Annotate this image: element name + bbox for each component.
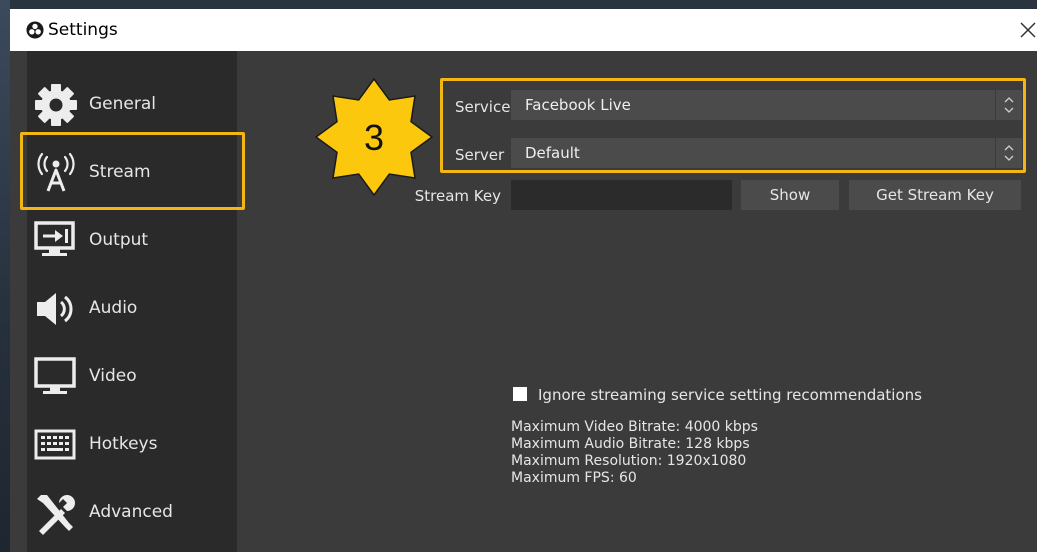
sidebar-item-label: Hotkeys	[89, 434, 158, 454]
sidebar-item-advanced[interactable]: Advanced	[27, 483, 237, 543]
step-badge-star: 3	[314, 77, 434, 197]
window-title: Settings	[48, 20, 118, 40]
info-resolution: Maximum Resolution: 1920x1080	[511, 453, 747, 469]
tools-icon	[37, 495, 75, 535]
sidebar-item-label: Audio	[89, 298, 138, 318]
info-video-bitrate: Maximum Video Bitrate: 4000 kbps	[511, 419, 758, 435]
service-select[interactable]: Facebook Live	[511, 90, 1022, 120]
up-down-arrows-icon	[995, 90, 1014, 120]
sidebar-item-output[interactable]: Output	[27, 211, 237, 271]
sidebar-item-label: General	[89, 94, 156, 114]
show-key-button[interactable]: Show	[741, 180, 839, 210]
stream-key-input[interactable]	[511, 180, 732, 210]
service-value: Facebook Live	[525, 96, 631, 114]
sidebar-item-label: Advanced	[89, 502, 173, 522]
gear-icon	[35, 84, 77, 126]
desktop-background	[0, 0, 10, 552]
sidebar-item-label: Stream	[89, 162, 151, 182]
monitor-icon	[34, 357, 76, 394]
info-fps: Maximum FPS: 60	[511, 470, 637, 486]
get-stream-key-button[interactable]: Get Stream Key	[849, 180, 1021, 210]
server-value: Default	[525, 144, 580, 162]
ignore-recommendations-checkbox[interactable]	[513, 387, 527, 401]
up-down-arrows-icon	[995, 138, 1014, 168]
sidebar-item-audio[interactable]: Audio	[27, 279, 237, 339]
output-monitor-icon	[34, 221, 75, 256]
ignore-recommendations-label: Ignore streaming service setting recomme…	[538, 386, 922, 404]
keyboard-icon	[34, 429, 76, 460]
title-bar: Settings	[10, 9, 1037, 51]
settings-window: General Stream Output Audio Video Hotkey…	[10, 51, 1037, 552]
sidebar-item-hotkeys[interactable]: Hotkeys	[27, 415, 237, 475]
settings-sidebar: General Stream Output Audio Video Hotkey…	[20, 51, 245, 552]
server-select[interactable]: Default	[511, 138, 1022, 168]
speaker-icon	[37, 293, 73, 325]
close-icon[interactable]	[1011, 17, 1037, 43]
sidebar-item-general[interactable]: General	[27, 75, 237, 135]
sidebar-item-stream[interactable]: Stream	[27, 143, 237, 203]
sidebar-item-label: Video	[89, 366, 137, 386]
info-audio-bitrate: Maximum Audio Bitrate: 128 kbps	[511, 436, 750, 452]
sidebar-item-label: Output	[89, 230, 149, 250]
service-label: Service	[455, 98, 511, 116]
sidebar-item-video[interactable]: Video	[27, 347, 237, 407]
broadcast-antenna-icon	[37, 152, 75, 192]
obs-logo-icon	[26, 21, 44, 39]
server-label: Server	[455, 146, 505, 164]
step-number: 3	[364, 117, 384, 158]
